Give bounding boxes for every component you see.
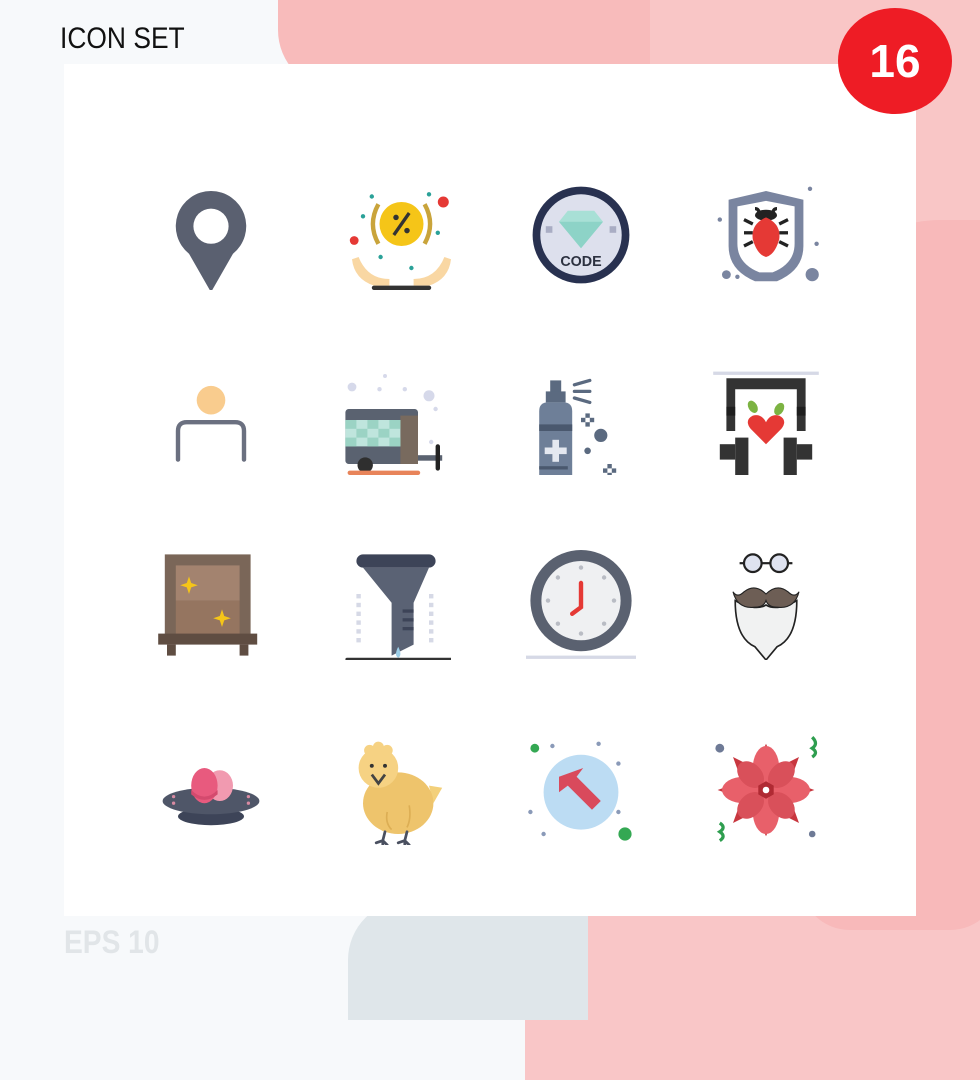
icon-count-badge: 16 xyxy=(838,8,952,114)
icon-cell[interactable] xyxy=(488,512,673,697)
background-shape xyxy=(348,900,588,1020)
funnel-filter-icon xyxy=(344,553,451,660)
icon-cell[interactable] xyxy=(488,697,673,882)
headphones-heart-icon xyxy=(712,371,819,475)
svg-text:CODE: CODE xyxy=(560,253,601,269)
icon-cell[interactable] xyxy=(673,327,858,512)
icon-cell[interactable] xyxy=(118,327,303,512)
up-left-arrow-circle-icon xyxy=(527,741,632,841)
shield-bug-icon xyxy=(717,186,819,281)
icon-cell[interactable] xyxy=(118,512,303,697)
location-pin-icon xyxy=(175,190,246,290)
icon-cell[interactable] xyxy=(673,142,858,327)
icon-cell[interactable] xyxy=(303,327,488,512)
chick-icon xyxy=(358,741,442,845)
user-profile-icon xyxy=(175,385,246,462)
poinsettia-flower-icon xyxy=(714,735,817,842)
icon-cell[interactable] xyxy=(118,697,303,882)
icon-cell[interactable] xyxy=(488,327,673,512)
discount-in-hands-icon xyxy=(349,191,451,290)
icon-cell[interactable] xyxy=(673,512,858,697)
format-label: EPS 10 xyxy=(64,924,160,960)
icon-cell[interactable] xyxy=(673,697,858,882)
easter-eggs-nest-icon xyxy=(162,767,259,825)
icon-cell[interactable] xyxy=(118,142,303,327)
icon-cell[interactable]: CODE xyxy=(488,142,673,327)
icon-cell[interactable] xyxy=(303,512,488,697)
hipster-beard-glasses-icon xyxy=(731,552,800,660)
caravan-trailer-icon xyxy=(344,373,442,475)
page-title: ICON SET xyxy=(60,22,185,55)
cabinet-drawer-icon xyxy=(157,553,257,656)
diamond-code-badge-icon: CODE xyxy=(532,186,629,283)
wall-clock-icon xyxy=(525,549,636,659)
icon-cell[interactable] xyxy=(303,142,488,327)
icon-cell[interactable] xyxy=(303,697,488,882)
icon-grid: CODE xyxy=(118,142,858,845)
medical-spray-icon xyxy=(538,378,616,475)
